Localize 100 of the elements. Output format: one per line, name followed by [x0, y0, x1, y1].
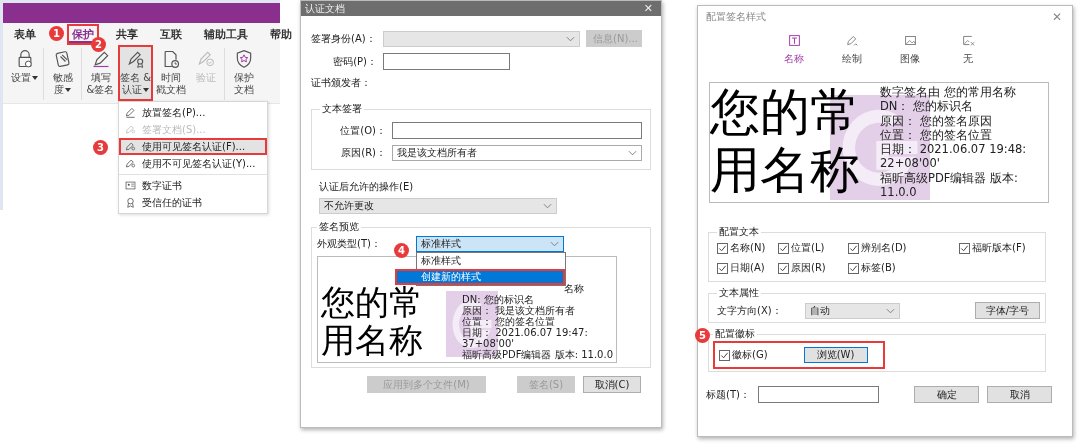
checkbox[interactable]: 日期(A) [717, 261, 778, 275]
signature-detail-line: 11.0.0 [880, 185, 918, 200]
ribbon-tab[interactable]: 互联 [155, 23, 187, 45]
ribbon-tab[interactable]: 帮助 [265, 23, 297, 45]
dropdown-option[interactable]: 创建新的样式 [395, 269, 565, 285]
title-field[interactable] [757, 386, 879, 403]
image-icon [903, 34, 917, 47]
signature-detail-line: 22+08'00' [880, 156, 941, 171]
text-icon [787, 34, 801, 47]
browse-button[interactable]: 浏览(W) [803, 347, 868, 363]
field-label: 位置(O)： [339, 123, 386, 138]
signature-detail-line: DN： 您的标识名 [880, 99, 975, 114]
field-label: 证书颁发者： [311, 76, 371, 90]
font-button[interactable]: 字体/字号 [975, 302, 1040, 319]
chevron-down-icon [543, 203, 552, 209]
signature-name: 您的常 用名称 [321, 283, 424, 360]
dialog-button[interactable]: 确定 [914, 386, 979, 403]
id-card-icon [125, 180, 136, 191]
group-title: 配置文本 [718, 225, 760, 239]
signature-detail-line: 37+08'00' [462, 338, 516, 349]
menu-item[interactable]: 受信任的证书 [119, 194, 267, 211]
reason-dropdown[interactable]: 我是该文档所有者 [392, 145, 642, 161]
ribbon-tab[interactable]: 表单 [9, 23, 41, 45]
dropdown-arrow-icon [32, 76, 38, 80]
pen-badge-icon [125, 49, 146, 69]
location-field[interactable] [392, 122, 642, 139]
menu-item[interactable]: 数字证书 [119, 177, 267, 194]
chevron-down-icon [628, 150, 637, 156]
checkbox[interactable]: 名称(N) [717, 241, 778, 255]
chevron-down-icon [566, 35, 575, 42]
pen-badge-icon [125, 158, 136, 169]
permissions-dropdown[interactable]: 不允许更改 [319, 198, 557, 214]
ribbon-tab[interactable]: 共享 [111, 23, 143, 45]
signature-detail-line: 位置： 您的签名位置 [462, 316, 556, 327]
signature-detail-line: DN: 您的标识名 [462, 294, 535, 305]
dialog-button[interactable]: 取消 [987, 386, 1052, 403]
signature-detail-line: 原因： 我是该文档所有者 [462, 305, 577, 316]
step-badge: 5 [695, 328, 710, 343]
checkbox[interactable]: 福昕版本(F) [959, 241, 1037, 255]
field-label: 文字方向(X)： [717, 303, 783, 318]
style-tab[interactable]: 绘制 [832, 28, 872, 76]
style-tab[interactable]: 名称 [774, 28, 814, 76]
close-button[interactable]: ✕ [639, 2, 657, 15]
pen-badge-icon [125, 141, 136, 152]
chevron-down-icon [550, 241, 559, 247]
field-label: 认证后允许的操作(E) [319, 180, 415, 194]
signature-detail-line: 数字签名由 您的常用名称 [880, 85, 1017, 100]
chevron-down-icon [886, 307, 895, 314]
dialog-button[interactable]: 取消(C) [583, 376, 641, 393]
ribbon-button[interactable]: 设置 [7, 45, 42, 101]
menu-item[interactable]: 使用不可见签名认证(Y)... [119, 155, 267, 172]
field-label: 密码(P)： [332, 54, 377, 69]
pen-icon [125, 107, 136, 118]
group-title: 签名预览 [318, 220, 360, 234]
group-title: 配置徽标 [715, 328, 755, 339]
pen-icon [845, 34, 859, 47]
checkmark-icon [960, 243, 969, 253]
field-label: 标题(T)： [706, 387, 750, 402]
step-badge: 4 [394, 243, 409, 258]
ribbon-button[interactable]: 保护 文档 [226, 45, 261, 101]
ribbon-button[interactable]: 签名 & 认证 [118, 45, 153, 101]
checkbox[interactable]: 原因(R) [778, 261, 848, 275]
direction-dropdown[interactable]: 自动 [805, 302, 900, 319]
checkbox[interactable]: 徽标(G) [719, 348, 768, 362]
window-title: 配置签名样式 [706, 10, 766, 24]
ribbon-award-icon [125, 197, 136, 208]
style-tab[interactable]: 无 [948, 28, 988, 76]
signature-detail-line: 原因： 您的签名原因 [880, 113, 993, 128]
checkbox[interactable]: 标签(B) [848, 261, 959, 275]
pen-check-icon [195, 49, 216, 69]
field-label: 原因(R)： [340, 146, 386, 160]
signature-detail-line: 名称 [563, 283, 585, 294]
close-button[interactable]: ✕ [1041, 10, 1072, 24]
menu-item[interactable]: 使用可见签名认证(F)... [119, 138, 267, 155]
dropdown-option[interactable]: 标准样式 [417, 253, 565, 269]
dropdown-arrow-icon [65, 88, 71, 92]
group-title: 文本签署 [321, 102, 363, 116]
signature-detail-line: 位置： 您的签名位置 [880, 127, 993, 143]
checkmark-icon [720, 350, 729, 360]
signature-detail-line: 日期： 2021.06.07 19:47: [462, 327, 589, 338]
step-badge: 1 [49, 25, 64, 41]
step-badge: 3 [93, 140, 108, 155]
style-tab[interactable]: 图像 [890, 28, 930, 76]
group-title: 文本属性 [718, 286, 760, 300]
ribbon-button[interactable]: 敏感 度 [45, 45, 80, 101]
signature-detail-line: 福昕高级PDF编辑器 版本: [880, 170, 1019, 186]
password-field[interactable] [383, 53, 510, 70]
appearance-dropdown[interactable]: 标准样式 [416, 236, 564, 252]
field-label: 外观类型(T)： [317, 237, 382, 251]
ribbon-tab[interactable]: 辅助工具 [199, 23, 253, 45]
dropdown-arrow-icon [143, 88, 149, 92]
no-image-icon [961, 34, 975, 47]
field-label: 签署身份(A)： [311, 31, 377, 46]
menu-item[interactable]: 放置签名(P)... [119, 104, 267, 121]
pen-badge-icon [125, 124, 136, 135]
signature-name: 您的常 用名称 [710, 83, 861, 201]
ribbon-button[interactable]: 时间 戳文档 [153, 45, 188, 101]
checkbox[interactable]: 辨别名(D) [848, 241, 959, 255]
window-title: 认证文档 [305, 1, 345, 16]
checkbox[interactable]: 位置(L) [778, 241, 848, 255]
